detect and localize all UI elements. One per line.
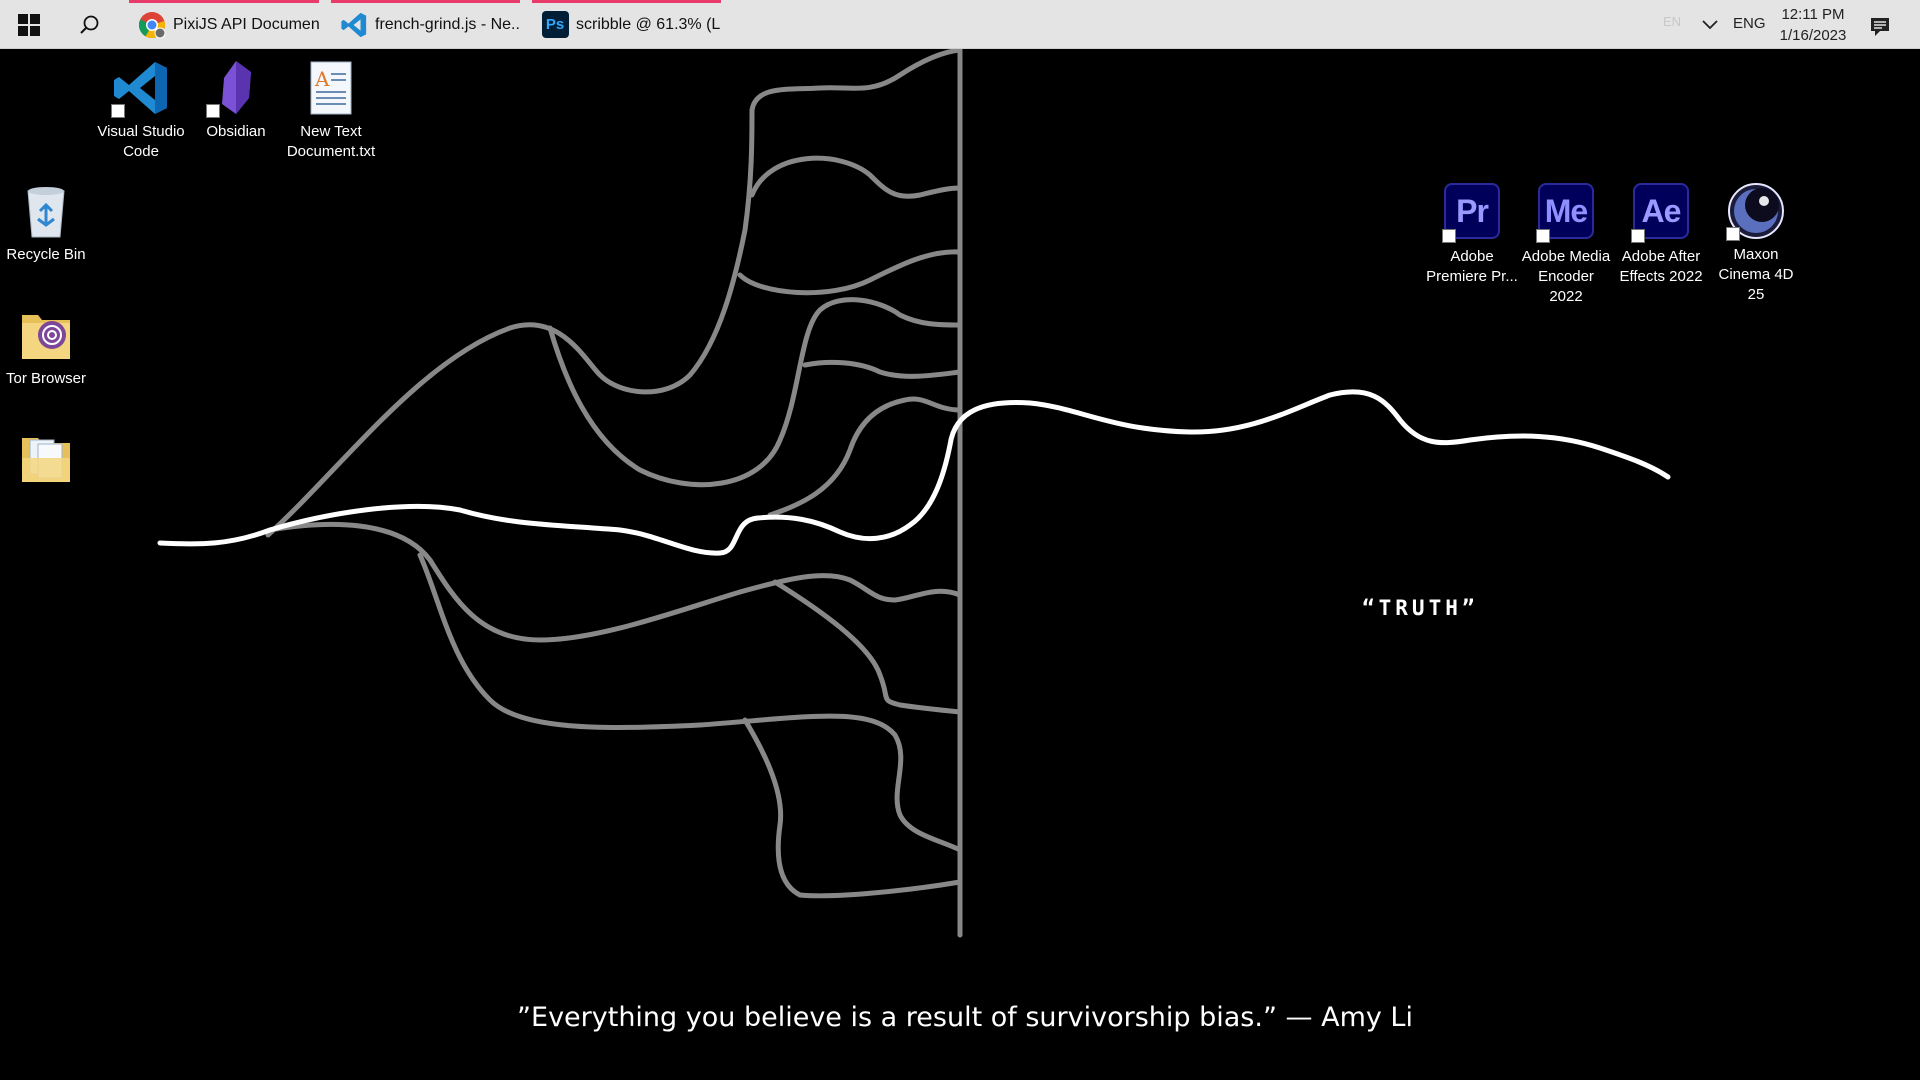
branch-line <box>737 249 963 296</box>
desktop-icon-premiere-pro[interactable]: Pr Adobe Premiere Pr... <box>1426 181 1518 287</box>
desktop-icon-obsidian[interactable]: Obsidian <box>190 58 282 142</box>
tor-browser-icon <box>16 305 76 365</box>
notification-center-icon[interactable] <box>1866 12 1894 40</box>
cinema4d-icon <box>1726 181 1786 241</box>
branch-line <box>547 297 963 488</box>
chrome-icon <box>137 10 167 40</box>
photoshop-icon: Ps <box>540 10 570 40</box>
desktop-icon-label: Maxon Cinema 4D 25 <box>1718 246 1794 303</box>
text-document-icon: A <box>301 58 361 118</box>
vscode-icon <box>339 10 369 40</box>
chevron-down-icon[interactable] <box>1697 12 1723 38</box>
taskbar-app-vscode[interactable]: french-grind.js - Ne... <box>331 0 520 49</box>
taskbar: PixiJS API Documen... french-grind.js - … <box>0 0 1920 49</box>
recycle-bin-icon <box>16 181 76 241</box>
desktop-icon-tor-browser[interactable]: Tor Browser <box>0 305 92 389</box>
desktop-icon-after-effects[interactable]: Ae Adobe After Effects 2022 <box>1615 181 1707 287</box>
vscode-icon <box>111 58 171 118</box>
media-encoder-icon: Me <box>1536 183 1596 243</box>
search-button[interactable] <box>62 0 118 49</box>
clock-date: 1/16/2023 <box>1779 27 1847 44</box>
wallpaper-artwork <box>157 47 1671 938</box>
desktop-icon-recycle-bin[interactable]: Recycle Bin <box>0 181 92 265</box>
obsidian-icon <box>206 58 266 118</box>
survivor-branches <box>265 47 963 938</box>
taskbar-app-label: PixiJS API Documen... <box>173 15 319 33</box>
ime-indicator[interactable]: EN <box>1663 14 1681 29</box>
desktop-icon-vscode[interactable]: Visual Studio Code <box>95 58 187 162</box>
wallpaper-quote: ”Everything you believe is a result of s… <box>517 1002 1413 1033</box>
premiere-pro-icon: Pr <box>1442 183 1502 243</box>
desktop-icon-cinema4d[interactable]: Maxon Cinema 4D 25 <box>1710 181 1802 305</box>
folder-icon <box>16 428 76 488</box>
taskbar-app-label: scribble @ 61.3% (L... <box>576 15 721 33</box>
desktop-icon-label: Adobe Media Encoder 2022 <box>1521 248 1611 305</box>
branch-line <box>772 579 963 715</box>
start-button[interactable] <box>0 0 58 49</box>
desktop-icon-label: Obsidian <box>206 123 266 140</box>
desktop-icon-label: Adobe After Effects 2022 <box>1619 248 1703 285</box>
desktop-icon-label: Tor Browser <box>5 370 87 387</box>
branch-line <box>742 717 963 899</box>
desktop-icon-text-document[interactable]: A New Text Document.txt <box>285 58 377 162</box>
desktop-icon-folder[interactable] <box>0 428 92 492</box>
after-effects-icon: Ae <box>1631 183 1691 243</box>
search-icon <box>80 15 99 34</box>
desktop-icon-media-encoder[interactable]: Me Adobe Media Encoder 2022 <box>1520 181 1612 307</box>
desktop-icon-label: Recycle Bin <box>6 246 86 263</box>
desktop-icon-label: Adobe Premiere Pr... <box>1426 248 1518 285</box>
truth-label: “TRUTH” <box>1362 596 1479 620</box>
desktop-icon-label: New Text Document.txt <box>286 123 376 160</box>
taskbar-app-chrome[interactable]: PixiJS API Documen... <box>129 0 319 49</box>
language-indicator[interactable]: ENG <box>1733 15 1766 32</box>
windows-logo-icon <box>18 13 40 36</box>
taskbar-app-photoshop[interactable]: Ps scribble @ 61.3% (L... <box>532 0 721 49</box>
taskbar-app-label: french-grind.js - Ne... <box>375 15 520 33</box>
clock-time: 12:11 PM <box>1781 6 1845 23</box>
branch-line <box>802 359 963 379</box>
desktop-icon-label: Visual Studio Code <box>97 123 185 160</box>
svg-text:A: A <box>314 67 330 91</box>
branch-line <box>267 521 963 643</box>
branch-line <box>749 155 963 199</box>
clock[interactable]: 12:11 PM 1/16/2023 <box>1772 4 1854 46</box>
